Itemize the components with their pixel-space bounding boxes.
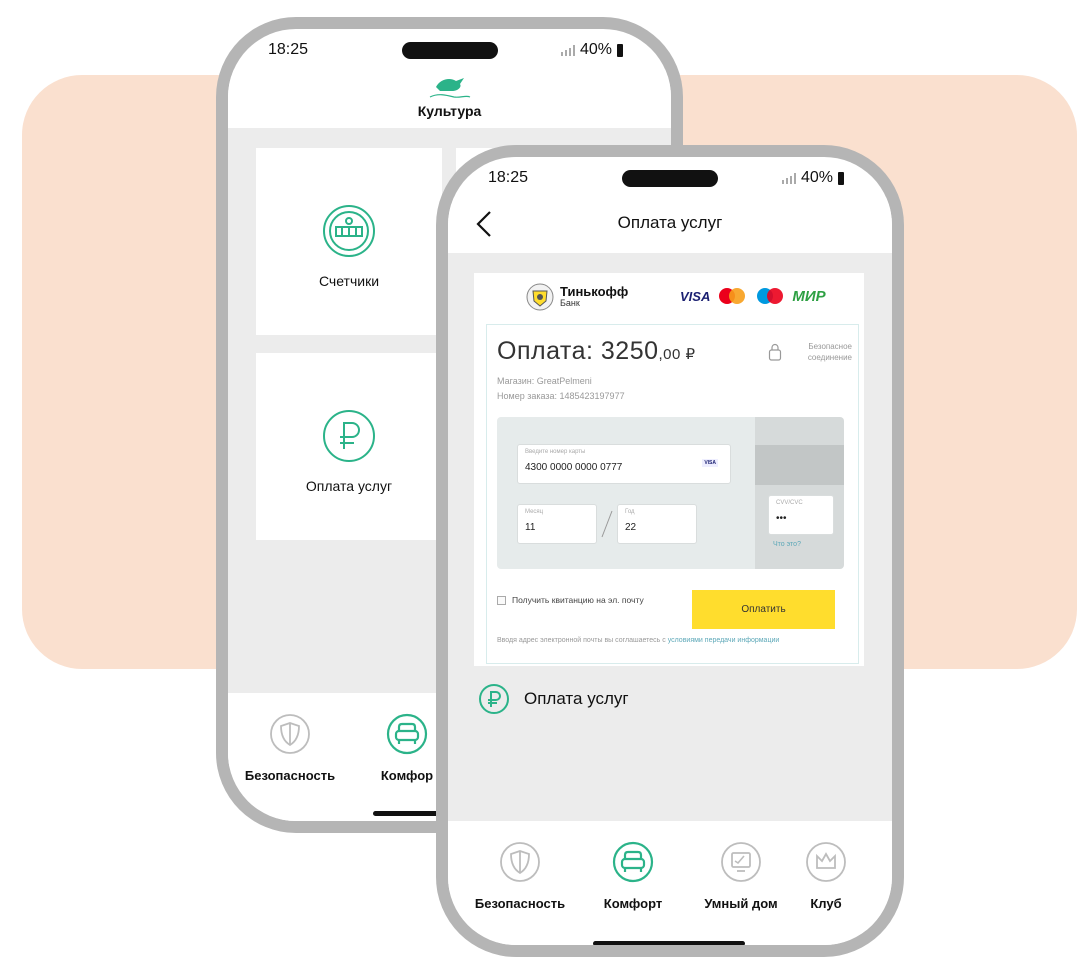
card-input-area: CVV/CVC ••• Что это? Введите номер карты… [497,417,844,569]
lock-icon [768,343,782,361]
year-field[interactable]: Год 22 [617,504,697,544]
ruble-icon [323,410,375,462]
bank-name: Тинькофф [560,284,629,299]
armchair-icon [612,841,654,883]
cvv-field[interactable]: CVV/CVC ••• [768,495,834,535]
nav-security[interactable]: Безопасность [470,841,570,911]
nav-label: Безопасность [474,896,566,911]
status-bar: 18:25 40% [448,157,892,197]
nav-label: Умный дом [704,896,778,911]
tile-payment[interactable]: Оплата услуг [256,353,442,540]
payment-system-logos: VISA МИР [680,287,826,305]
tinkoff-emblem-icon [526,283,554,311]
pay-button[interactable]: Оплатить [692,590,835,629]
payment-form: Оплата: 3250,00 ₽ Безопасное соединение … [486,324,859,664]
home-indicator [593,941,745,945]
mastercard-icon [719,288,746,304]
bank-logo: Тинькофф Банк [526,283,628,311]
card-brand-badge: VISA [702,459,718,467]
service-row[interactable]: Оплата услуг [478,683,629,715]
battery-icon [838,171,844,185]
notch [401,42,498,59]
header-title: Оплата услуг [617,213,723,232]
agreement-link[interactable]: условиями передачи информации [668,637,780,644]
shop-name: Магазин: GreatPelmeni [497,376,592,386]
status-time: 18:25 [268,41,309,58]
header: Оплата услуг [448,197,892,253]
status-bar: 18:25 40% [228,29,671,69]
tile-label: Оплата услуг [305,478,393,494]
header-title: Культура [417,103,482,119]
shield-icon [500,842,540,882]
status-time: 18:25 [488,169,529,186]
tile-label: Счетчики [318,273,380,289]
signal-icon [781,172,796,184]
meter-icon [323,205,375,257]
nav-label: Клуб [810,896,842,911]
receipt-checkbox[interactable]: Получить квитанцию на эл. почту [497,595,644,605]
nav-club[interactable]: Клуб [796,841,856,911]
ruble-icon [479,684,509,714]
magnetic-stripe [755,445,844,485]
bottom-nav: Безопасность Комфорт Умный дом Клуб [448,821,892,945]
month-field[interactable]: Месяц 11 [517,504,597,544]
nav-comfort[interactable]: Комфорт [588,841,678,911]
card-number-field[interactable]: Введите номер карты 4300 0000 0000 0777 … [517,444,731,484]
agreement-text: Вводя адрес электронной почты вы соглаша… [497,637,780,644]
nav-label: Комфорт [603,896,663,911]
battery-icon [617,43,623,57]
visa-logo: VISA [680,288,711,304]
battery-percent: 40% [579,41,612,58]
shield-icon [270,714,310,754]
battery-percent: 40% [800,169,833,186]
nav-label: Безопасность [244,768,336,783]
date-separator-icon [601,510,613,538]
bank-sub: Банк [560,298,580,308]
checkbox[interactable] [497,595,506,605]
tile-meters[interactable]: Счетчики [256,148,442,335]
card-back: CVV/CVC ••• Что это? [755,417,844,569]
content-area: Тинькофф Банк VISA МИР Оплата: 3250,00 ₽ [448,253,892,821]
mir-logo: МИР [792,287,826,305]
maestro-icon [757,288,784,304]
secure-connection: Безопасное соединение [807,342,852,362]
order-number: Номер заказа: 1485423197977 [497,391,625,401]
payment-widget: Тинькофф Банк VISA МИР Оплата: 3250,00 ₽ [474,273,864,666]
nav-smart-home[interactable]: Умный дом [696,841,786,911]
crown-icon [806,842,846,882]
service-label: Оплата услуг [524,689,629,708]
notch [622,170,718,187]
bird-logo-icon [429,78,471,98]
front-phone-screen: 18:25 40% Оплата услуг Тинькофф Банк VIS… [448,157,892,945]
amount-title: Оплата: 3250,00 ₽ [497,337,696,365]
what-is-link[interactable]: Что это? [773,541,801,548]
monitor-icon [721,842,761,882]
signal-icon [560,44,575,56]
front-phone: 18:25 40% Оплата услуг Тинькофф Банк VIS… [436,145,904,957]
nav-security[interactable]: Безопасность [228,713,352,783]
armchair-icon [386,713,428,755]
